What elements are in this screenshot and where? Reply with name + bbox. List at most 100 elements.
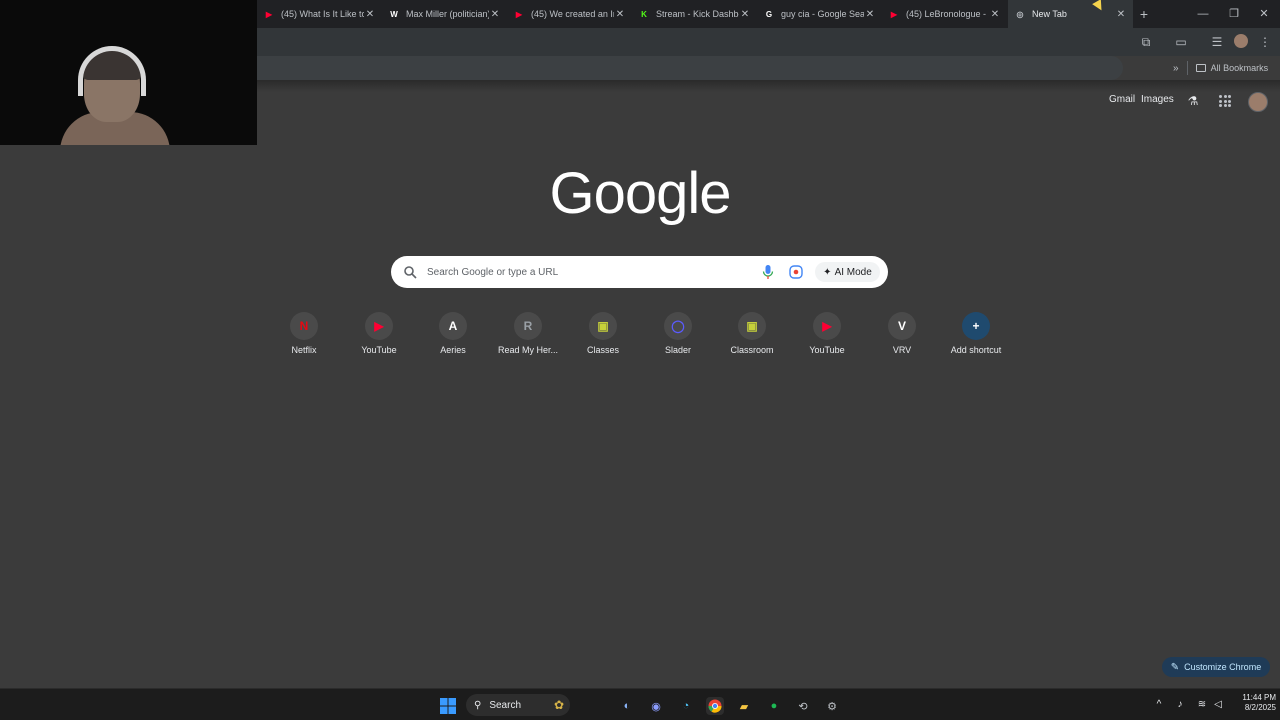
shortcut-label: Slader — [664, 345, 691, 355]
tab-6[interactable]: ◎ New Tab ✕ — [1008, 0, 1133, 28]
file-explorer-icon[interactable]: ▰ — [735, 697, 753, 715]
reading-list-icon[interactable]: ☰ — [1209, 34, 1225, 50]
shortcut-tile[interactable]: A Aeries — [415, 312, 491, 372]
add-icon: + — [962, 312, 990, 340]
taskbar-search-label: Search — [489, 699, 522, 711]
tab-3[interactable]: K Stream - Kick Dashbo ✕ — [632, 0, 757, 28]
edge-icon[interactable]: ◔ — [677, 697, 695, 715]
google-logo: Google — [549, 161, 731, 226]
clock-date: 8/2/2025 — [1244, 703, 1276, 712]
search-input[interactable] — [425, 262, 745, 282]
shortcut-label: Netflix — [291, 345, 317, 355]
shortcut-label: Add shortcut — [950, 345, 1002, 355]
tab-close-icon[interactable]: ✕ — [364, 9, 376, 20]
tab-close-icon[interactable]: ✕ — [739, 9, 751, 20]
shortcut-tile[interactable]: ▶ YouTube — [341, 312, 417, 372]
read-my-hero-icon: R — [514, 312, 542, 340]
cast-icon[interactable]: ▭ — [1173, 34, 1189, 50]
extensions-icon[interactable]: ⧉ — [1138, 34, 1154, 50]
settings-gear-icon[interactable]: ⚙ — [823, 697, 841, 715]
windows-start-icon[interactable] — [439, 697, 457, 715]
profile-avatar-toolbar[interactable] — [1234, 34, 1248, 48]
wifi-icon[interactable]: ≋ — [1195, 698, 1209, 712]
google-lens-icon[interactable] — [789, 265, 803, 279]
folder-icon — [1195, 64, 1206, 72]
shortcut-label: Aeries — [440, 345, 466, 355]
tab-4[interactable]: Gguy cia - Google Sear ✕ — [757, 0, 882, 28]
youtube-icon: ▶ — [813, 312, 841, 340]
tray-overflow-icon[interactable]: ^ — [1152, 698, 1166, 712]
bookmarks-overflow-icon[interactable]: » — [1173, 63, 1179, 74]
shortcut-tile[interactable]: V VRV — [864, 312, 940, 372]
chrome-taskbar-icon[interactable] — [706, 697, 724, 715]
shortcut-tile[interactable]: ▣ Classroom — [714, 312, 790, 372]
shortcut-label: YouTube — [361, 345, 397, 355]
app-icon[interactable]: ⟲ — [794, 697, 812, 715]
tab-2[interactable]: ▶ (45) We created an In ✕ — [507, 0, 632, 28]
voice-search-mic-icon[interactable] — [762, 264, 774, 280]
gmail-link[interactable]: Gmail — [1109, 94, 1135, 110]
images-link[interactable]: Images — [1141, 94, 1174, 110]
steam-icon[interactable]: ◐ — [618, 697, 636, 715]
restore-icon[interactable]: ❐ — [1226, 6, 1242, 22]
bookmarks-bar: » All Bookmarks — [1123, 56, 1280, 80]
windows-taskbar: ⚲ Search ✿ ◐ ◉ ◔ ▰ ● ⟲ ⚙ ^ ♪ ≋ ◁ — [0, 688, 1280, 720]
tab-0[interactable]: ▶ (45) What Is It Like to ✕ — [257, 0, 382, 28]
vrv-icon: V — [888, 312, 916, 340]
slader-icon: ◯ — [664, 312, 692, 340]
all-bookmarks-link[interactable]: All Bookmarks — [1211, 63, 1269, 73]
kick-icon: K — [641, 9, 647, 19]
tab-close-icon[interactable]: ✕ — [864, 9, 876, 20]
tab-5[interactable]: ▶ (45) LeBronologue - S ✕ — [882, 0, 1007, 28]
shortcut-label: Classes — [586, 345, 619, 355]
clock-time: 11:44 PM — [1242, 693, 1276, 702]
taskbar-search[interactable]: ⚲ Search ✿ — [466, 694, 570, 716]
netflix-icon: N — [290, 312, 318, 340]
tab-title: Max Miller (politician) — [406, 9, 489, 19]
taskbar-clock[interactable]: 11:44 PM 8/2/2025 — [1226, 693, 1276, 713]
search-icon — [404, 266, 417, 279]
youtube-icon: ▶ — [365, 312, 393, 340]
microphone-tray-icon[interactable]: ♪ — [1173, 698, 1187, 712]
toolbar-shadow — [257, 80, 1280, 92]
shortcut-tile[interactable]: ▣ Classes — [565, 312, 641, 372]
tab-title: (45) What Is It Like to — [281, 9, 364, 19]
shortcut-label: Classroom — [730, 345, 774, 355]
menu-icon[interactable]: ⋮ — [1257, 34, 1273, 50]
close-window-icon[interactable]: ✕ — [1256, 6, 1272, 22]
google-icon: G — [765, 9, 773, 19]
discord-icon[interactable]: ◉ — [647, 697, 665, 715]
taskbar-search-icon: ⚲ — [474, 699, 482, 711]
shortcut-tile[interactable]: R Read My Her... — [490, 312, 566, 372]
shortcut-tile[interactable]: + Add shortcut — [938, 312, 1014, 372]
minimize-icon[interactable]: — — [1195, 6, 1211, 22]
tab-title: guy cia - Google Sear — [781, 9, 864, 19]
customize-chrome-label: Customize Chrome — [1184, 662, 1262, 672]
taskbar-search-highlight-icon: ✿ — [553, 698, 564, 712]
shortcut-label: VRV — [892, 345, 912, 355]
google-apps-icon[interactable] — [1219, 95, 1231, 107]
tab-1[interactable]: W Max Miller (politician) ✕ — [382, 0, 507, 28]
search-box[interactable] — [391, 256, 888, 288]
shortcut-label: Read My Her... — [497, 345, 559, 355]
tab-title: (45) We created an In — [531, 9, 614, 19]
shortcut-tile[interactable]: N Netflix — [266, 312, 342, 372]
tab-close-icon[interactable]: ✕ — [489, 9, 501, 20]
ai-mode-button[interactable]: ✦ AI Mode — [815, 262, 880, 282]
chrome-icon: ◎ — [1016, 9, 1024, 19]
tab-close-icon[interactable]: ✕ — [614, 9, 626, 20]
volume-icon[interactable]: ◁ — [1211, 698, 1225, 712]
customize-chrome-button[interactable]: ✎ Customize Chrome — [1162, 657, 1270, 677]
tab-title: Stream - Kick Dashbo — [656, 9, 739, 19]
new-tab-button[interactable]: + — [1136, 6, 1152, 22]
labs-flask-icon[interactable]: ⚗ — [1186, 94, 1200, 108]
tab-close-icon[interactable]: ✕ — [1115, 9, 1127, 20]
spotify-icon[interactable]: ● — [765, 697, 783, 715]
bookmarks-divider — [1186, 61, 1188, 75]
profile-avatar[interactable] — [1248, 92, 1268, 112]
tab-close-icon[interactable]: ✕ — [989, 9, 1001, 20]
address-bar[interactable] — [257, 56, 1123, 80]
shortcut-tile[interactable]: ◯ Slader — [640, 312, 716, 372]
ai-search-icon: ✦ — [823, 266, 832, 278]
shortcut-tile[interactable]: ▶ YouTube — [789, 312, 865, 372]
